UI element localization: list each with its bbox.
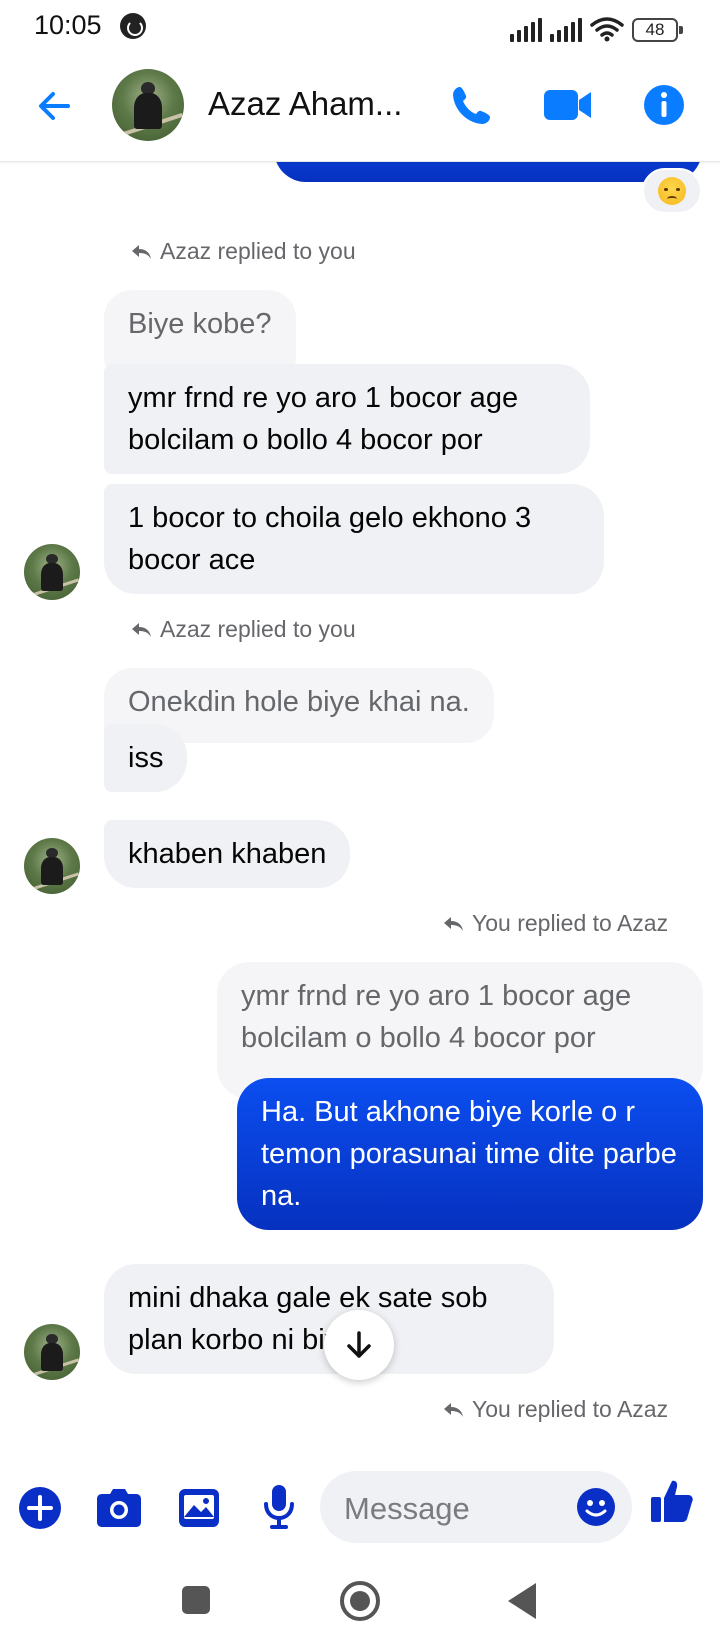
notification-icon (120, 13, 146, 39)
battery-icon: 48 (632, 18, 683, 42)
reply-label-text: Azaz replied to you (160, 616, 356, 642)
reply-label: Azaz replied to you (130, 616, 356, 643)
reply-label: Azaz replied to you (130, 238, 356, 265)
avatar[interactable] (24, 838, 80, 894)
avatar[interactable] (24, 1324, 80, 1380)
call-icon[interactable] (450, 83, 494, 127)
status-indicators: 48 (510, 12, 683, 42)
back-icon[interactable] (508, 1583, 536, 1619)
arrow-down-icon (347, 1331, 371, 1358)
reply-label: You replied to Azaz (442, 910, 668, 937)
recents-icon[interactable] (182, 1586, 210, 1614)
message-bubble-incoming[interactable]: 1 bocor to choila gelo ekhono 3 bocor ac… (104, 484, 604, 594)
wifi-icon (590, 17, 624, 42)
info-icon[interactable] (643, 84, 685, 126)
video-icon[interactable] (543, 87, 593, 123)
reaction-badge[interactable] (642, 168, 702, 214)
system-nav-bar (0, 1552, 720, 1650)
avatar[interactable] (24, 544, 80, 600)
home-icon[interactable] (340, 1581, 380, 1621)
reply-arrow-icon (132, 244, 151, 259)
avatar[interactable] (112, 69, 184, 141)
signal-icon (510, 18, 542, 42)
status-bar: 10:05 48 (0, 0, 720, 52)
gallery-icon[interactable] (178, 1488, 220, 1528)
reply-label: You replied to Azaz (442, 1396, 668, 1423)
camera-icon[interactable] (96, 1488, 142, 1528)
thumbs-up-icon[interactable] (650, 1478, 694, 1524)
reply-label-text: You replied to Azaz (472, 910, 669, 936)
message-placeholder: Message (344, 1491, 470, 1526)
message-bubble-incoming[interactable]: ymr frnd re yo aro 1 bocor age bolcilam … (104, 364, 590, 474)
crying-emoji-icon (658, 177, 686, 205)
back-arrow-icon[interactable] (34, 86, 74, 126)
reply-label-text: Azaz replied to you (160, 238, 356, 264)
message-bubble-incoming[interactable]: iss (104, 724, 188, 792)
reply-arrow-icon (444, 1402, 463, 1417)
status-time: 10:05 (34, 10, 102, 40)
plus-icon[interactable] (18, 1486, 62, 1530)
signal-icon (550, 18, 582, 42)
reply-arrow-icon (444, 916, 463, 931)
contact-name[interactable]: Azaz Aham... (208, 85, 408, 123)
message-bubble-outgoing[interactable]: Ha. But akhone biye korle o r temon pora… (237, 1078, 703, 1230)
message-input[interactable]: Message (320, 1471, 632, 1543)
message-bubble-outgoing[interactable] (274, 162, 702, 182)
message-bubble-incoming[interactable]: khaben khaben (104, 820, 351, 888)
reply-arrow-icon (132, 622, 151, 637)
message-composer: Message (0, 1462, 720, 1552)
message-list[interactable]: Azaz replied to you Biye kobe? ymr frnd … (0, 162, 720, 1457)
microphone-icon[interactable] (262, 1484, 296, 1530)
conversation-header: Azaz Aham... (0, 52, 720, 162)
scroll-to-bottom-button[interactable] (324, 1310, 394, 1380)
emoji-icon[interactable] (576, 1487, 616, 1527)
reply-label-text: You replied to Azaz (472, 1396, 669, 1422)
